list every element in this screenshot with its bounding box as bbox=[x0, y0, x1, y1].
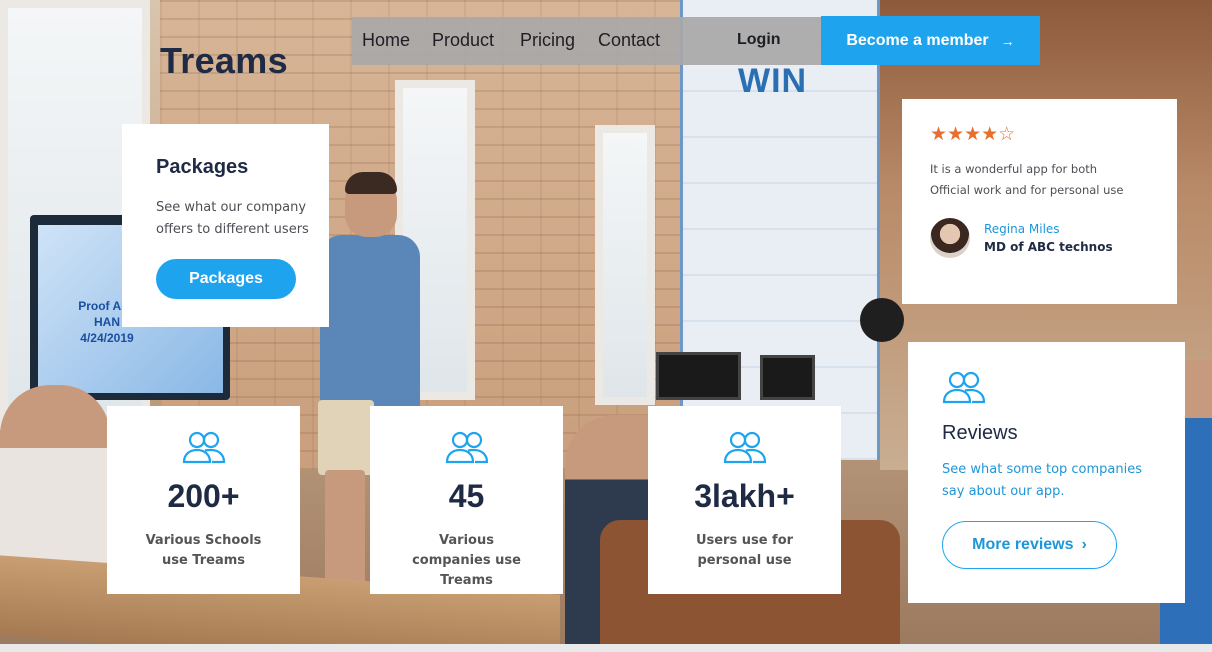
reviews-description: See what some top companies say about ou… bbox=[942, 462, 1143, 499]
nav-link-home[interactable]: Home bbox=[362, 30, 410, 51]
avatar bbox=[930, 218, 970, 258]
monitor bbox=[656, 352, 741, 400]
star-rating: ★★★★☆ bbox=[930, 123, 1016, 145]
stat-value: 3lakh+ bbox=[694, 478, 795, 514]
packages-description: See what our company offers to different… bbox=[156, 200, 309, 237]
chevron-right-icon: › bbox=[1081, 536, 1087, 553]
users-icon bbox=[445, 431, 488, 464]
users-icon bbox=[182, 431, 225, 464]
more-reviews-button[interactable]: More reviews › bbox=[942, 521, 1117, 569]
stat-card-users: 3lakh+ Users use for personal use bbox=[648, 406, 841, 594]
packages-card: Packages See what our company offers to … bbox=[122, 124, 329, 327]
testimonial-card: ★★★★☆ It is a wonderful app for both Off… bbox=[902, 99, 1177, 304]
lamp bbox=[860, 298, 904, 342]
reviewer-name[interactable]: Regina Miles bbox=[984, 222, 1113, 236]
testimonial-text: It is a wonderful app for both Official … bbox=[930, 162, 1124, 197]
stat-card-schools: 200+ Various Schools use Treams bbox=[107, 406, 300, 594]
stat-label: Users use for personal use bbox=[695, 533, 794, 568]
monitor bbox=[760, 355, 815, 400]
presenter-shirt bbox=[320, 235, 420, 410]
nav-link-product[interactable]: Product bbox=[432, 30, 494, 51]
users-icon bbox=[723, 431, 766, 464]
reviewer: Regina Miles MD of ABC technos bbox=[930, 218, 1177, 258]
nav-link-pricing[interactable]: Pricing bbox=[520, 30, 575, 51]
become-member-label: Become a member bbox=[846, 31, 989, 49]
become-member-button[interactable]: Become a member → bbox=[821, 16, 1040, 65]
brand-logo[interactable]: Treams bbox=[160, 40, 288, 82]
window bbox=[595, 125, 655, 405]
bottom-strip bbox=[0, 644, 1212, 652]
stat-value: 200+ bbox=[167, 478, 240, 514]
reviewer-role: MD of ABC technos bbox=[984, 240, 1113, 254]
packages-button[interactable]: Packages bbox=[156, 259, 296, 299]
reviews-card: Reviews See what some top companies say … bbox=[908, 342, 1185, 603]
packages-title: Packages bbox=[156, 156, 249, 178]
presenter-hair bbox=[345, 172, 397, 194]
more-reviews-label: More reviews bbox=[972, 536, 1074, 553]
stat-label: Various Schools use Treams bbox=[145, 533, 262, 568]
stat-card-companies: 45 Various companies use Treams bbox=[370, 406, 563, 594]
arrow-right-icon: → bbox=[1000, 32, 1015, 49]
nav-link-contact[interactable]: Contact bbox=[598, 30, 660, 51]
mural-word: WIN bbox=[738, 62, 808, 100]
stat-label: Various companies use Treams bbox=[412, 533, 521, 588]
users-icon bbox=[942, 371, 986, 404]
reviews-title: Reviews bbox=[942, 422, 1018, 444]
login-link[interactable]: Login bbox=[737, 31, 781, 49]
presenter-shorts bbox=[318, 400, 374, 475]
stat-value: 45 bbox=[448, 478, 485, 514]
